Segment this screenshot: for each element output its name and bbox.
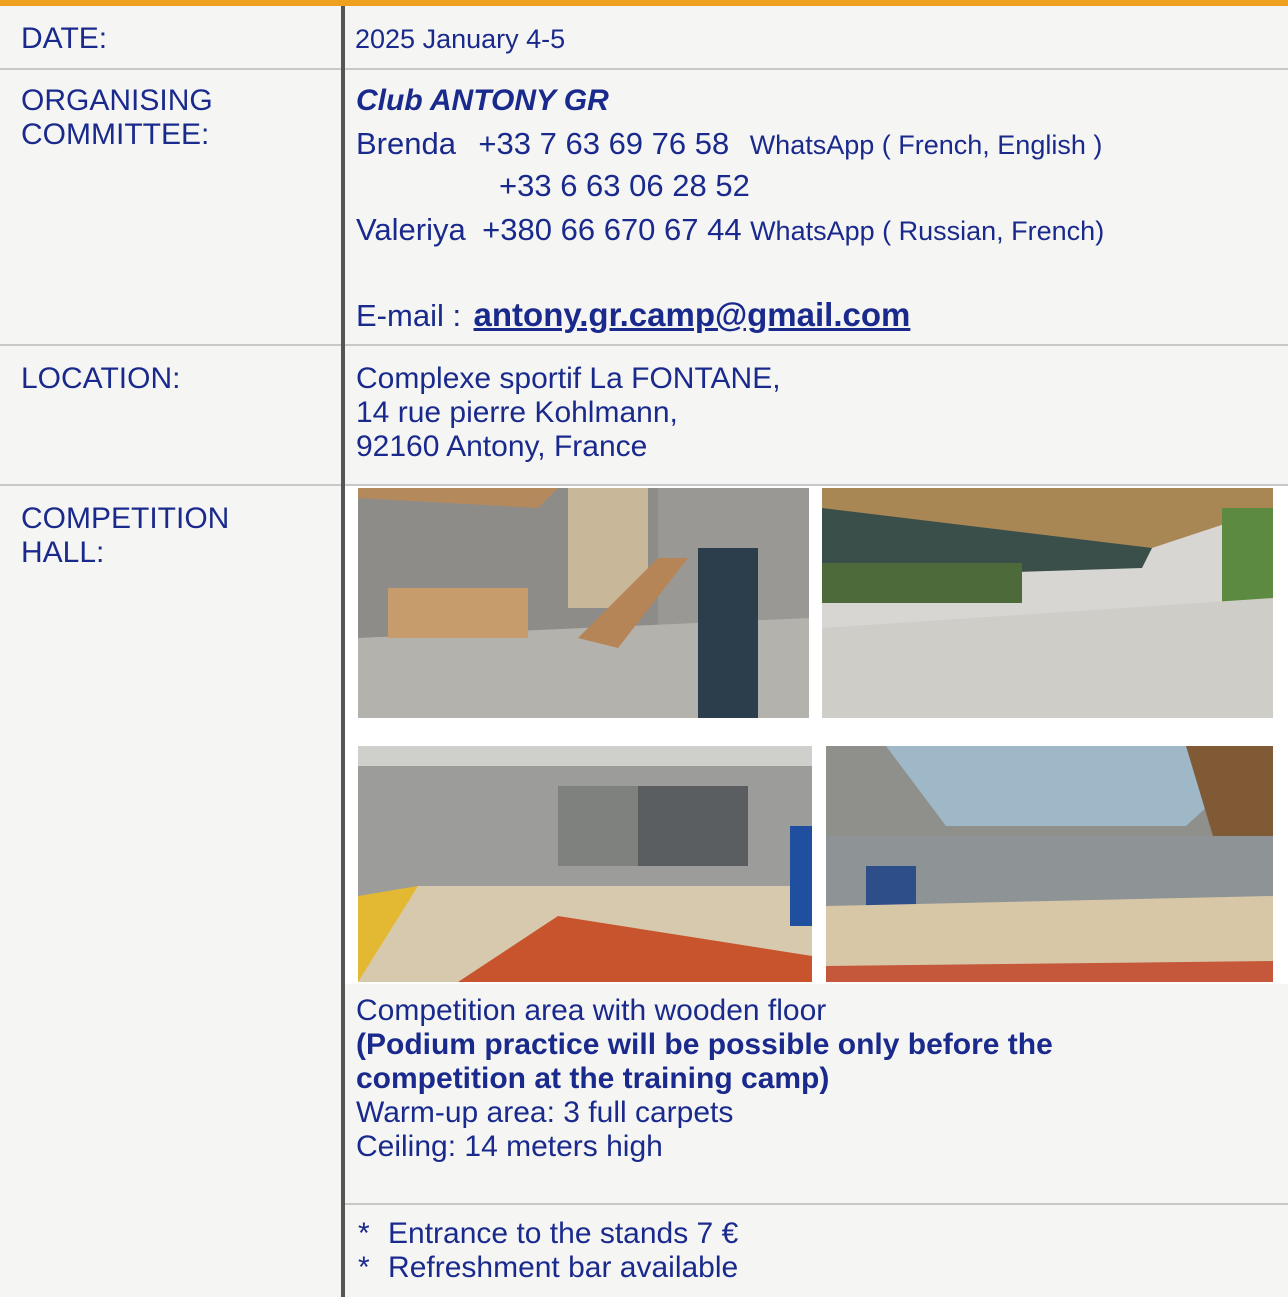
committee-value-cell: Club ANTONY GR Brenda +33 7 63 69 76 58 … bbox=[345, 70, 1288, 344]
date-label-text: DATE: bbox=[21, 22, 108, 55]
email-label: E-mail : bbox=[356, 298, 462, 333]
committee-label: ORGANISING COMMITTEE: bbox=[0, 70, 341, 344]
gym-photo-2 bbox=[826, 746, 1273, 982]
hall-desc-line1: Competition area with wooden floor bbox=[356, 994, 827, 1027]
club-name: Club ANTONY GR bbox=[356, 84, 609, 117]
gym-photo-1 bbox=[358, 746, 812, 982]
committee-label-line2: COMMITTEE: bbox=[21, 118, 210, 151]
contact-brenda: Brenda +33 7 63 69 76 58 WhatsApp ( Fren… bbox=[356, 126, 1102, 162]
bullet: * bbox=[358, 1251, 370, 1284]
location-label-text: LOCATION: bbox=[21, 362, 181, 395]
contact-valeriya: Valeriya +380 66 670 67 44 WhatsApp ( Ru… bbox=[356, 212, 1104, 248]
contact1-phone: +33 7 63 69 76 58 bbox=[478, 126, 730, 161]
contact2-note: WhatsApp ( Russian, French) bbox=[750, 216, 1105, 246]
hall-label-line2: HALL: bbox=[21, 536, 105, 569]
date-label: DATE: bbox=[0, 6, 341, 68]
contact1-note: WhatsApp ( French, English ) bbox=[749, 130, 1103, 160]
contact1-name: Brenda bbox=[356, 126, 456, 161]
address-line1: Complexe sportif La FONTANE, bbox=[356, 362, 781, 395]
note-entrance: * Entrance to the stands 7 € bbox=[358, 1217, 1288, 1251]
hall-desc-line4: Warm-up area: 3 full carpets bbox=[356, 1096, 734, 1129]
hall-desc-bold1: (Podium practice will be possible only b… bbox=[356, 1028, 1053, 1061]
hall-desc-bold2: competition at the training camp) bbox=[356, 1062, 830, 1095]
email-line: E-mail : antony.gr.camp@gmail.com bbox=[356, 296, 910, 334]
hall-label-line1: COMPETITION bbox=[21, 502, 230, 535]
contact1-phone2: +33 6 63 06 28 52 bbox=[499, 168, 750, 203]
email-link[interactable]: antony.gr.camp@gmail.com bbox=[474, 296, 911, 333]
contact2-phone: +380 66 670 67 44 bbox=[482, 212, 742, 247]
column-divider bbox=[341, 6, 345, 1297]
committee-label-line1: ORGANISING bbox=[21, 84, 213, 117]
address-line2: 14 rue pierre Kohlmann, bbox=[356, 396, 678, 429]
exterior-photo bbox=[822, 488, 1273, 718]
note-refreshment: * Refreshment bar available bbox=[358, 1251, 1288, 1285]
location-value-cell: Complexe sportif La FONTANE, 14 rue pier… bbox=[345, 346, 1288, 484]
address-line3: 92160 Antony, France bbox=[356, 430, 648, 463]
lobby-photo bbox=[358, 488, 809, 718]
date-value-cell: 2025 January 4-5 bbox=[345, 6, 1288, 68]
hall-desc-line5: Ceiling: 14 meters high bbox=[356, 1130, 663, 1163]
location-label: LOCATION: bbox=[0, 346, 341, 484]
hall-label: COMPETITION HALL: bbox=[0, 486, 341, 1297]
note2-text: Refreshment bar available bbox=[388, 1251, 739, 1284]
date-value: 2025 January 4-5 bbox=[355, 24, 566, 54]
note1-text: Entrance to the stands 7 € bbox=[388, 1217, 739, 1250]
bullet: * bbox=[358, 1217, 370, 1250]
hall-description-cell: Competition area with wooden floor (Podi… bbox=[345, 984, 1288, 1203]
hall-notes-cell: * Entrance to the stands 7 € * Refreshme… bbox=[345, 1205, 1288, 1297]
contact2-name: Valeriya bbox=[356, 212, 466, 247]
